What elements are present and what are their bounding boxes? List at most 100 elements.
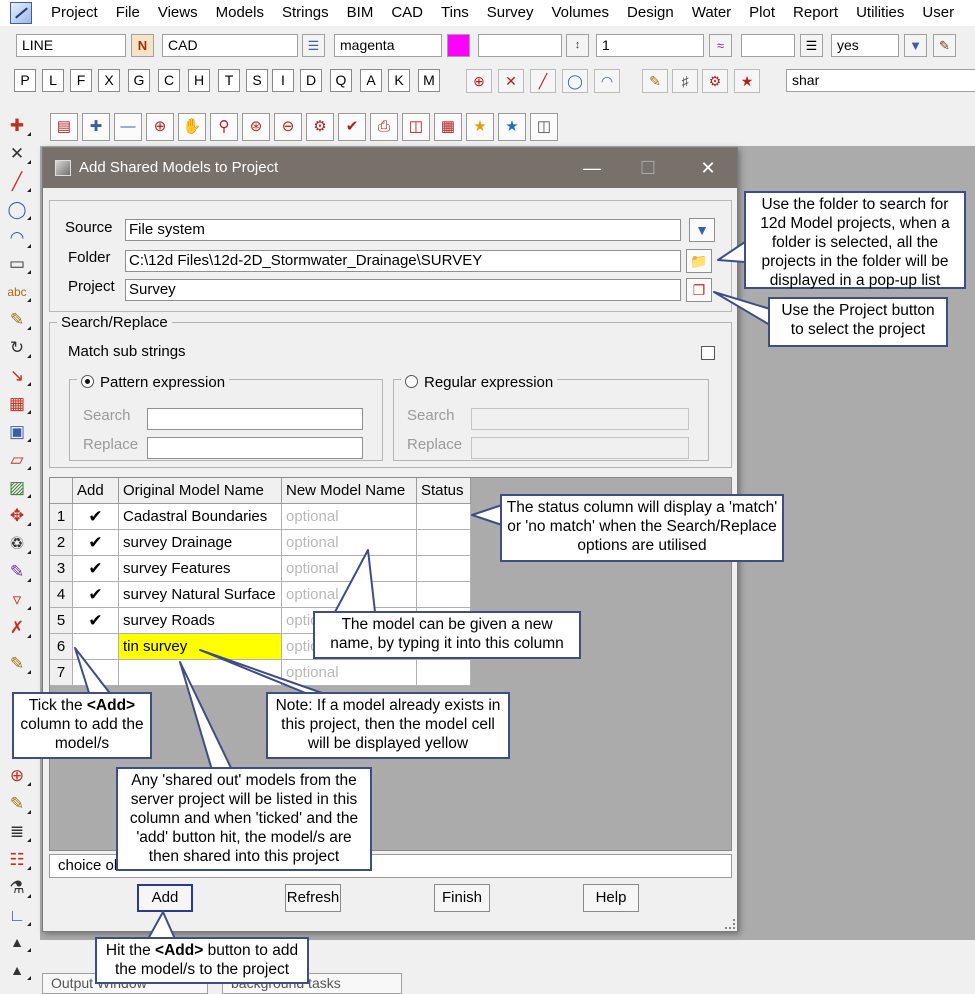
polygon-icon[interactable]: ▿ xyxy=(5,588,31,612)
minimize-icon[interactable]: — xyxy=(569,148,615,188)
brush-icon[interactable]: ✎ xyxy=(5,308,31,332)
window-icon[interactable]: ◫ xyxy=(402,113,430,141)
resize-grip-icon[interactable] xyxy=(725,919,735,929)
header-add[interactable]: Add xyxy=(73,478,119,504)
add-checkbox[interactable]: ✔ xyxy=(73,556,119,582)
refresh-button[interactable]: Refresh xyxy=(285,884,341,912)
label-icon[interactable]: ▲ xyxy=(5,930,31,954)
letter-button-d[interactable]: D xyxy=(300,69,322,92)
pan-hand-icon[interactable]: ✋ xyxy=(178,113,206,141)
image-icon[interactable]: ▨ xyxy=(5,476,31,500)
rectangle-icon[interactable]: ▭ xyxy=(5,252,31,276)
add-checkbox[interactable]: ✔ xyxy=(73,504,119,530)
command-search-input[interactable]: shar xyxy=(786,69,975,92)
folder-icon[interactable]: 📁 xyxy=(686,249,712,273)
colour-field[interactable]: magenta xyxy=(334,34,442,57)
new-model-name-input[interactable]: optional xyxy=(282,556,417,582)
source-dropdown-icon[interactable]: ▼ xyxy=(689,218,715,242)
text-tool-icon[interactable]: ♯ xyxy=(672,69,698,93)
checkmark-icon[interactable]: ✔ xyxy=(88,533,102,552)
select-tool-icon[interactable]: ⚙ xyxy=(306,113,334,141)
letter-button-h[interactable]: H xyxy=(188,69,210,92)
linestyle-sort-icon[interactable]: ↕ xyxy=(566,34,589,57)
line-icon[interactable]: ╱ xyxy=(5,170,31,194)
string-name-field[interactable]: LINE xyxy=(16,34,126,57)
menu-water[interactable]: Water xyxy=(683,0,740,26)
model-layers-icon[interactable]: ☰ xyxy=(302,34,325,57)
weight-wave-icon[interactable]: ≈ xyxy=(709,34,732,57)
project-select-icon[interactable]: ❐ xyxy=(686,278,712,302)
maximize-icon[interactable]: ☐ xyxy=(625,148,671,188)
checkmark-icon[interactable]: ✔ xyxy=(88,611,102,630)
layout-icon[interactable]: ◫ xyxy=(530,113,558,141)
offset-icon[interactable]: ≣ xyxy=(5,820,31,844)
letter-button-i[interactable]: I xyxy=(272,69,294,92)
survey-point-icon[interactable]: ♽ xyxy=(5,532,31,556)
help-button[interactable]: Help xyxy=(583,884,639,912)
menu-cad[interactable]: CAD xyxy=(382,0,432,26)
menu-views[interactable]: Views xyxy=(149,0,207,26)
zoom-out-icon[interactable]: ⊖ xyxy=(274,113,302,141)
letter-button-t[interactable]: T xyxy=(218,69,240,92)
pattern-expression-option[interactable]: Pattern expression xyxy=(77,374,230,391)
add-checkbox[interactable]: ✔ xyxy=(73,582,119,608)
menu-utilities[interactable]: Utilities xyxy=(847,0,913,26)
header-original-model-name[interactable]: Original Model Name xyxy=(119,478,282,504)
shape-icon[interactable]: ▱ xyxy=(5,448,31,472)
annotate-icon[interactable]: ▲ xyxy=(5,958,31,982)
snap-circle-icon[interactable]: ◯ xyxy=(562,69,588,93)
letter-button-p[interactable]: P xyxy=(14,69,36,92)
point-icon[interactable]: ✚ xyxy=(5,114,31,138)
measure-icon[interactable]: ↘ xyxy=(5,364,31,388)
match-sub-strings-checkbox[interactable] xyxy=(701,346,715,360)
letter-button-q[interactable]: Q xyxy=(330,69,352,92)
text-icon[interactable]: abc xyxy=(5,280,31,304)
new-model-name-input[interactable]: optional xyxy=(282,660,417,686)
fence-icon[interactable]: ☷ xyxy=(5,848,31,872)
linestyle-field[interactable] xyxy=(478,34,562,57)
letter-button-l[interactable]: L xyxy=(42,69,64,92)
dialog-titlebar[interactable]: Add Shared Models to Project — ☐ ✕ xyxy=(43,148,737,188)
zoom-pan-icon[interactable]: ⚲ xyxy=(210,113,238,141)
zoom-in-icon[interactable]: ⊕ xyxy=(146,113,174,141)
snap-point-icon[interactable]: ⊕ xyxy=(466,69,492,93)
add-checkbox[interactable]: ✔ xyxy=(73,530,119,556)
new-model-name-input[interactable]: optional xyxy=(282,504,417,530)
menu-plot[interactable]: Plot xyxy=(740,0,784,26)
letter-button-a[interactable]: A xyxy=(360,69,382,92)
thickness-field[interactable] xyxy=(741,34,795,57)
edit-string-icon[interactable]: ✎ xyxy=(5,560,31,584)
grid-view-icon[interactable]: ▦ xyxy=(434,113,462,141)
source-field[interactable]: File system xyxy=(125,219,681,241)
new-model-name-input[interactable]: optional xyxy=(282,582,417,608)
survey-tool-icon[interactable]: ★ xyxy=(734,69,760,93)
letter-button-x[interactable]: X xyxy=(98,69,120,92)
add-view-icon[interactable]: ✚ xyxy=(82,113,110,141)
menu-design[interactable]: Design xyxy=(618,0,683,26)
pattern-search-field[interactable] xyxy=(147,408,363,430)
add-checkbox[interactable] xyxy=(73,660,119,686)
flag-field[interactable]: yes xyxy=(831,34,899,57)
project-field[interactable]: Survey xyxy=(125,279,681,301)
folder-field[interactable]: C:\12d Files\12d-2D_Stormwater_Drainage\… xyxy=(125,250,681,272)
pen-tool-icon[interactable]: ✎ xyxy=(642,69,668,93)
add-button[interactable]: Add xyxy=(137,884,193,912)
print-icon[interactable]: ⎙ xyxy=(370,113,398,141)
model-field[interactable]: CAD xyxy=(162,34,298,57)
survey-instrument-icon[interactable]: ⚗ xyxy=(5,876,31,900)
letter-button-k[interactable]: K xyxy=(388,69,410,92)
crosshair-icon[interactable]: ⊕ xyxy=(5,764,31,788)
polyline-icon[interactable]: ↻ xyxy=(5,336,31,360)
regular-radio[interactable] xyxy=(405,375,418,388)
name-button[interactable]: N xyxy=(131,34,154,57)
axis-icon[interactable]: ∟ xyxy=(5,904,31,928)
menu-strings[interactable]: Strings xyxy=(273,0,338,26)
menu-project[interactable]: Project xyxy=(42,0,107,26)
chevron-down-icon[interactable]: ▼ xyxy=(904,34,927,57)
arc-icon[interactable]: ◠ xyxy=(5,226,31,250)
remove-view-icon[interactable]: — xyxy=(114,113,142,141)
view-list-icon[interactable]: ▤ xyxy=(50,113,78,141)
letter-button-c[interactable]: C xyxy=(158,69,180,92)
pencil-icon[interactable]: ✎ xyxy=(5,652,31,676)
add-checkbox[interactable]: ✔ xyxy=(73,608,119,634)
